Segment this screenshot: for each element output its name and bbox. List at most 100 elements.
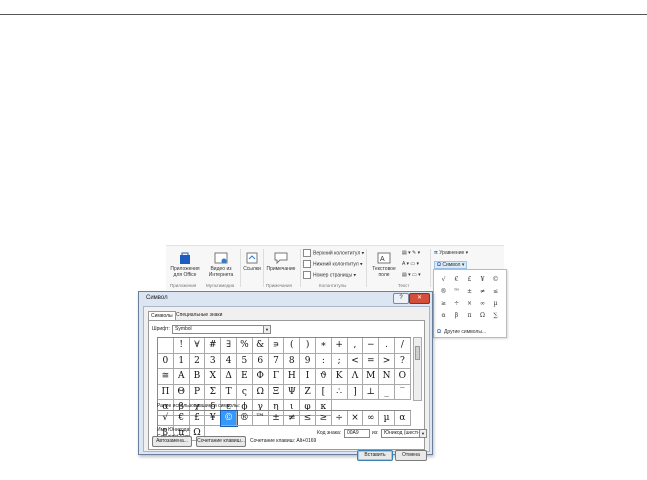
recent-symbol-cell[interactable]: © [220, 410, 238, 427]
symbol-cell[interactable]: ς [236, 384, 253, 400]
symbol-cell[interactable]: 5 [236, 353, 253, 369]
symbol-cell[interactable]: Σ [205, 384, 222, 400]
symbol-cell[interactable]: 6 [252, 353, 269, 369]
recent-symbol-cell[interactable]: α [394, 411, 411, 426]
symbol-cell[interactable]: Β [189, 369, 206, 385]
symbol-cell[interactable]: ] [347, 384, 364, 400]
symbol-cell[interactable]: ∍ [268, 338, 285, 354]
dropdown-symbol-item[interactable]: € [450, 273, 463, 285]
dropdown-symbol-item[interactable]: ¥ [476, 273, 489, 285]
online-video-button[interactable]: Видео из Интернета [206, 252, 236, 278]
dropdown-symbol-item[interactable]: × [463, 297, 476, 309]
dropdown-symbol-item[interactable]: ∞ [476, 297, 489, 309]
recent-symbol-cell[interactable]: ÷ [331, 411, 348, 426]
symbol-cell[interactable]: > [379, 353, 395, 369]
symbol-cell[interactable]: 9 [300, 353, 316, 369]
dropdown-symbol-item[interactable]: µ [489, 297, 502, 309]
symbol-cell[interactable]: − [363, 338, 380, 354]
dropdown-symbol-item[interactable]: ® [437, 285, 450, 297]
symbol-cell[interactable]: / [394, 338, 411, 354]
dropdown-symbol-item[interactable]: ™ [450, 285, 463, 297]
symbol-cell[interactable]: ∗ [315, 338, 332, 354]
symbol-cell[interactable]: ≅ [158, 369, 174, 385]
symbol-cell[interactable]: Χ [205, 369, 222, 385]
scrollbar-thumb[interactable] [415, 346, 420, 360]
symbol-cell[interactable]: ) [300, 338, 316, 354]
symbol-cell[interactable]: 4 [221, 353, 237, 369]
tab-special-characters[interactable]: Специальные знаки [174, 311, 224, 320]
symbol-cell[interactable] [158, 338, 174, 354]
recent-symbol-cell[interactable]: ¥ [205, 411, 222, 426]
recent-symbol-cell[interactable]: ™ [252, 411, 269, 426]
recent-symbol-cell[interactable]: ∞ [363, 411, 380, 426]
symbol-cell[interactable]: ? [394, 353, 411, 369]
symbol-cell[interactable]: ! [173, 338, 190, 354]
more-symbols-item[interactable]: Ω Другие символы... [437, 329, 486, 335]
wordart-button[interactable]: A ▾ ▭ ▾ [402, 261, 419, 267]
page-number-button[interactable]: Номер страницы ▾ [303, 271, 356, 279]
symbol-cell[interactable]: & [252, 338, 269, 354]
recent-symbol-cell[interactable]: × [347, 411, 364, 426]
dropdown-symbol-item[interactable]: √ [437, 273, 450, 285]
symbol-cell[interactable]: + [331, 338, 348, 354]
symbol-cell[interactable]: ϑ [315, 369, 332, 385]
symbol-cell[interactable]: 7 [268, 353, 285, 369]
char-code-input[interactable]: 00A9 [344, 429, 370, 438]
help-button[interactable]: ? [393, 293, 409, 304]
dropdown-symbol-item[interactable]: ≠ [476, 285, 489, 297]
close-button[interactable]: ✕ [409, 293, 430, 304]
dropcap-button[interactable]: ▤ ▾ ▭ ▾ [402, 272, 421, 278]
recent-symbol-cell[interactable]: € [173, 411, 190, 426]
symbol-cell[interactable]: Ζ [300, 384, 316, 400]
symbol-cell[interactable]: 0 [158, 353, 174, 369]
symbol-cell[interactable]: ∴ [331, 384, 348, 400]
symbol-grid-scrollbar[interactable] [413, 337, 422, 401]
recent-symbol-cell[interactable]: µ [379, 411, 395, 426]
symbol-cell[interactable]: ( [284, 338, 301, 354]
dropdown-symbol-item[interactable]: ≥ [437, 297, 450, 309]
apps-for-office-button[interactable]: Приложения для Office [168, 252, 202, 278]
symbol-cell[interactable]: Γ [268, 369, 285, 385]
dropdown-symbol-item[interactable]: ≤ [489, 285, 502, 297]
symbol-cell[interactable]: Ω [252, 384, 269, 400]
symbol-cell[interactable]: ∃ [221, 338, 237, 354]
dropdown-symbol-item[interactable]: ∑ [489, 309, 502, 321]
dropdown-symbol-item[interactable]: © [489, 273, 502, 285]
symbol-cell[interactable]: 8 [284, 353, 301, 369]
dropdown-symbol-item[interactable]: π [463, 309, 476, 321]
symbol-cell[interactable]: Ε [236, 369, 253, 385]
symbol-cell[interactable]: ⊥ [363, 384, 380, 400]
symbol-cell[interactable]: Τ [221, 384, 237, 400]
symbol-cell[interactable]: Ρ [189, 384, 206, 400]
symbol-cell[interactable]: Ο [394, 369, 411, 385]
textbox-button[interactable]: A Текстовое поле [369, 252, 399, 278]
symbol-cell[interactable]: Ψ [284, 384, 301, 400]
symbol-cell[interactable]: = [363, 353, 380, 369]
symbol-cell[interactable]: Α [173, 369, 190, 385]
autocorrect-button[interactable]: Автозамена... [152, 436, 192, 447]
symbol-cell[interactable]: Κ [331, 369, 348, 385]
symbol-cell[interactable]: Η [284, 369, 301, 385]
symbol-cell[interactable]: : [315, 353, 332, 369]
links-button[interactable]: Ссылки [242, 252, 262, 272]
recent-symbol-cell[interactable]: ® [236, 411, 253, 426]
symbol-cell[interactable]: Θ [173, 384, 190, 400]
symbol-cell[interactable]: ; [331, 353, 348, 369]
recent-symbol-cell[interactable]: √ [158, 411, 174, 426]
symbol-cell[interactable]: 2 [189, 353, 206, 369]
symbol-cell[interactable]: ‾ [394, 384, 411, 400]
comment-button[interactable]: Примечание [264, 252, 298, 272]
symbol-cell[interactable]: 1 [173, 353, 190, 369]
recent-symbol-cell[interactable]: ≠ [284, 411, 301, 426]
symbol-cell[interactable]: 3 [205, 353, 222, 369]
symbol-cell[interactable]: Λ [347, 369, 364, 385]
dropdown-symbol-item[interactable]: α [437, 309, 450, 321]
symbol-cell[interactable]: Π [158, 384, 174, 400]
symbol-cell[interactable]: Ν [379, 369, 395, 385]
symbol-cell[interactable]: . [379, 338, 395, 354]
symbol-cell[interactable]: Φ [252, 369, 269, 385]
shortcut-key-button[interactable]: Сочетание клавиш... [196, 436, 246, 447]
header-button[interactable]: Верхний колонтитул ▾ [303, 249, 364, 257]
font-select[interactable]: Symbol ▼ [172, 325, 271, 334]
symbol-cell[interactable]: < [347, 353, 364, 369]
